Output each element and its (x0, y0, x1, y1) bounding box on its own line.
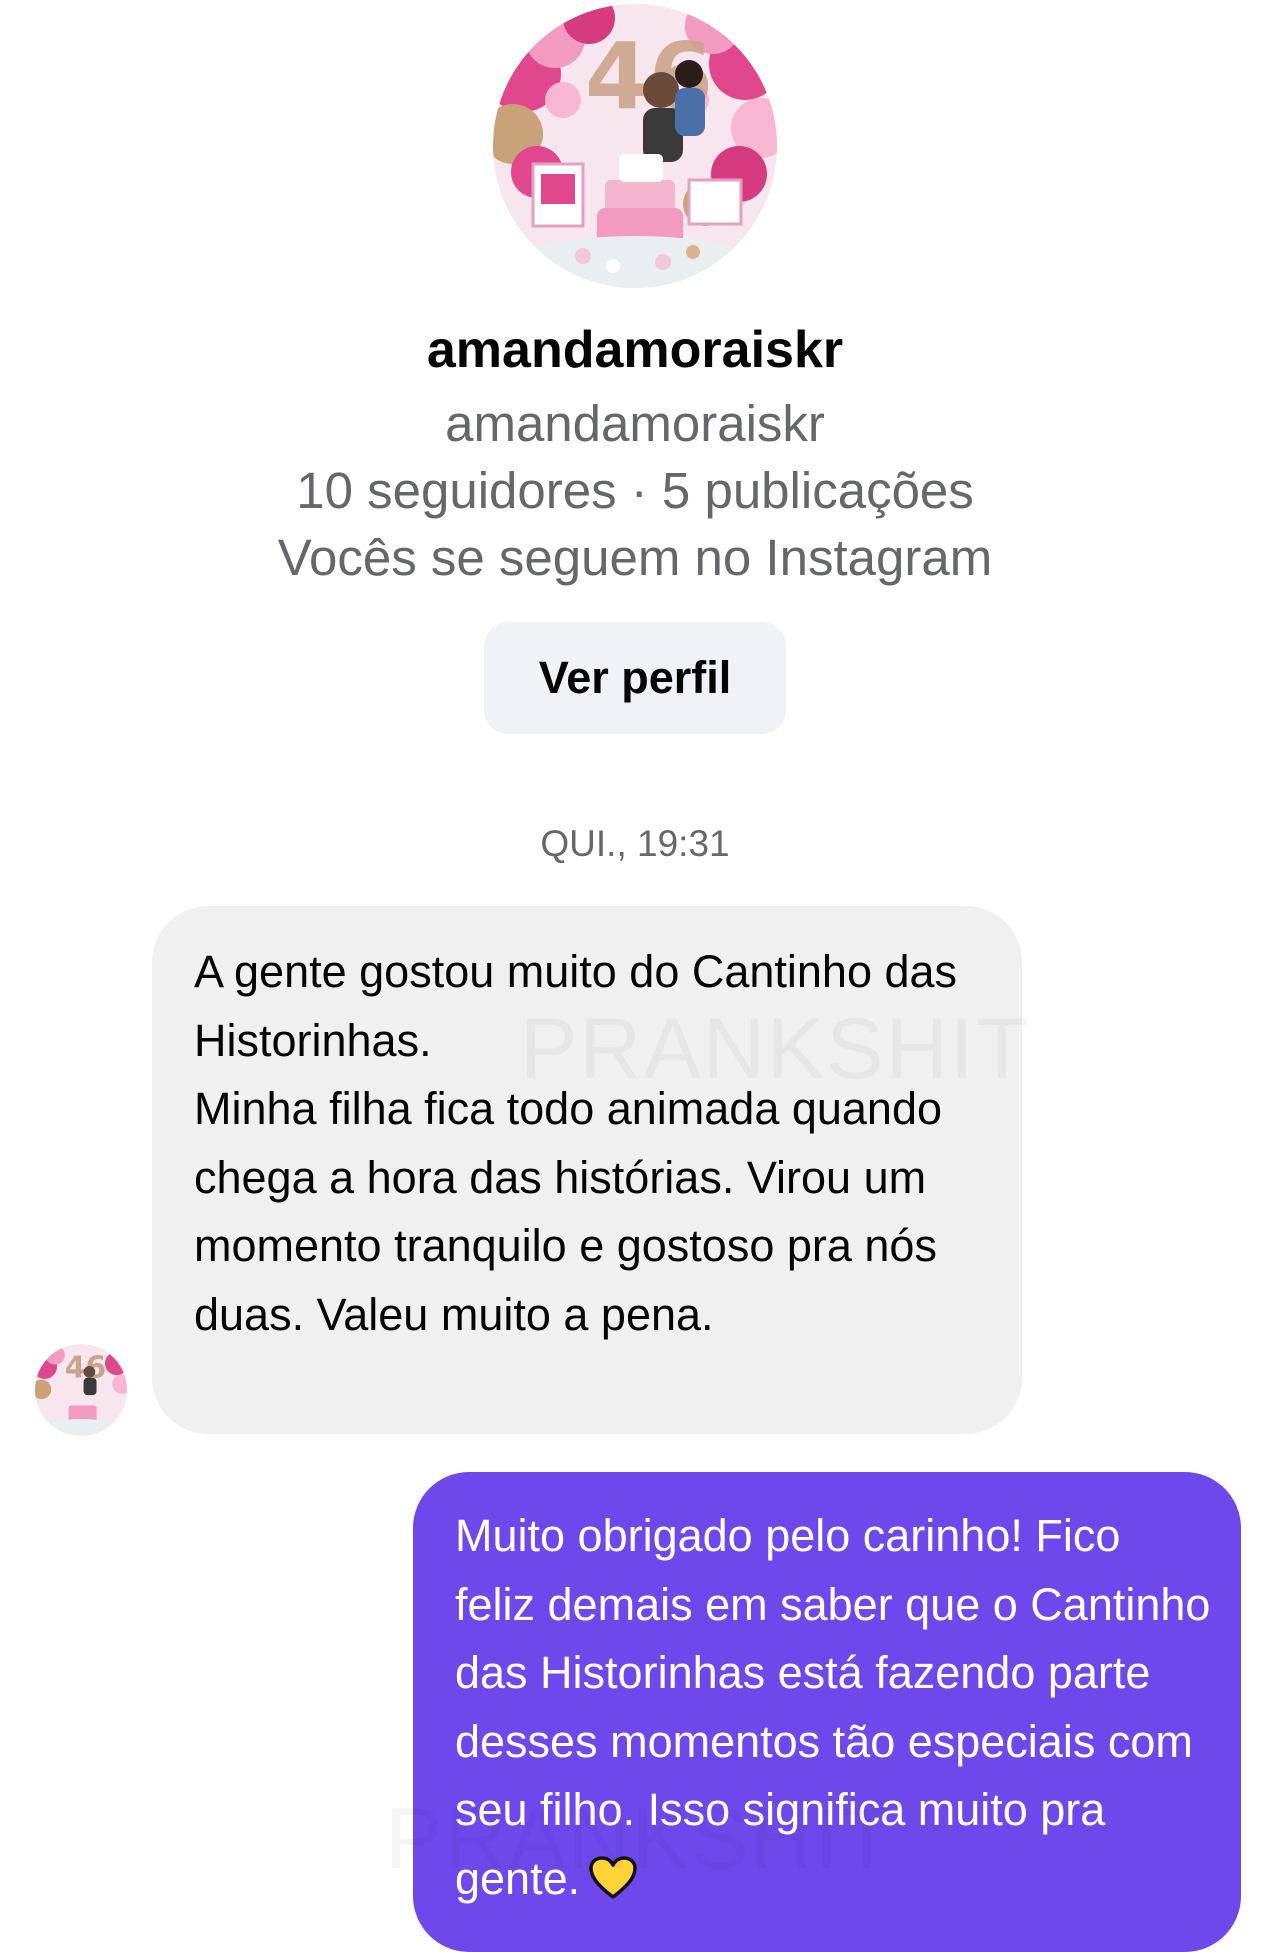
sender-avatar[interactable]: 46 (35, 1344, 127, 1436)
conversation-timestamp: QUI., 19:31 (540, 823, 730, 864)
incoming-message-bubble[interactable]: A gente gostou muito do Cantinho das His… (152, 906, 1022, 1434)
mutual-follow-status: Vocês se seguem no Instagram (277, 529, 993, 586)
view-profile-button[interactable]: Ver perfil (484, 622, 786, 734)
outgoing-message-bubble[interactable]: Muito obrigado pelo carinho! Fico feliz … (413, 1472, 1241, 1952)
profile-display-name: amandamoraiskr (426, 321, 844, 379)
sender-avatar-image: 46 (35, 1344, 127, 1436)
profile-username: amandamoraiskr (445, 395, 825, 452)
outgoing-message-text: Muito obrigado pelo carinho! Fico feliz … (455, 1510, 1211, 1904)
yellow-heart-icon (588, 1851, 638, 1920)
profile-photo-image: 46 (493, 4, 777, 288)
profile-photo[interactable]: 46 (493, 4, 777, 288)
profile-stats: 10 seguidores · 5 publicações (296, 462, 974, 519)
